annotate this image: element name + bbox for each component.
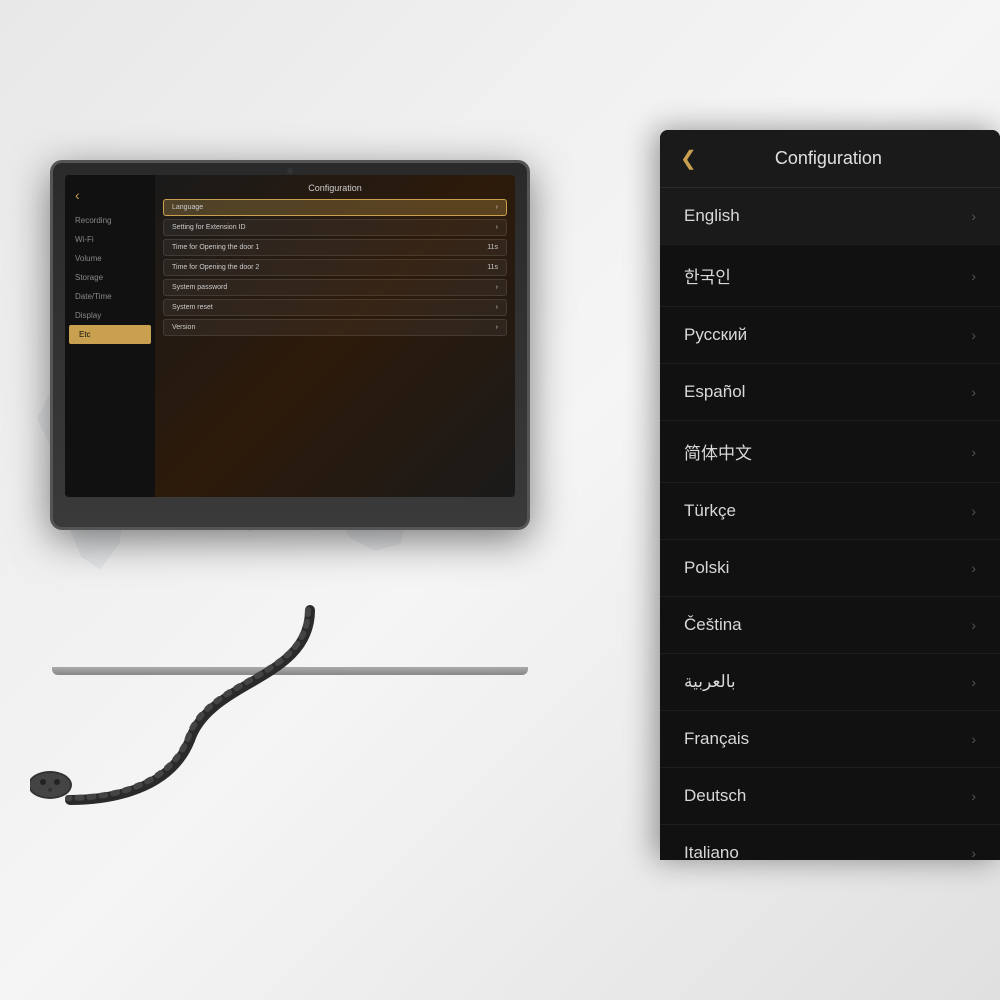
lang-chevron-9: › <box>971 731 976 747</box>
lang-chevron-6: › <box>971 560 976 576</box>
lang-name-6: Polski <box>684 558 729 578</box>
screen-version-item[interactable]: Version › <box>163 319 507 336</box>
screen-door1-label: Time for Opening the door 1 <box>172 244 259 251</box>
lang-item-5[interactable]: Türkçe › <box>660 483 1000 540</box>
lang-name-7: Čeština <box>684 615 742 635</box>
screen-main-content: Configuration Language › Setting for Ext… <box>155 175 515 497</box>
screen-reset-label: System reset <box>172 304 213 311</box>
screen-back-button[interactable]: ‹ <box>65 183 155 207</box>
lang-chevron-4: › <box>971 444 976 460</box>
lang-item-1[interactable]: 한국인 › <box>660 245 1000 307</box>
screen-menu-etc[interactable]: Etc <box>69 325 151 344</box>
phone-panel: ❮ Configuration English›한국인›Русский›Espa… <box>660 130 1000 860</box>
tablet-frame: ‹ Recording Wi-Fi Volume Storage Date/Ti… <box>50 160 530 530</box>
screen-door2-value: 11s <box>487 264 498 271</box>
lang-chevron-1: › <box>971 268 976 284</box>
screen-reset-item[interactable]: System reset › <box>163 299 507 316</box>
screen-menu-datetime[interactable]: Date/Time <box>65 287 155 306</box>
lang-name-0: English <box>684 206 740 226</box>
lang-item-0[interactable]: English › <box>660 188 1000 245</box>
screen-door2-label: Time for Opening the door 2 <box>172 264 259 271</box>
screen-password-label: System password <box>172 284 227 291</box>
lang-item-7[interactable]: Čeština › <box>660 597 1000 654</box>
screen-menu-recording[interactable]: Recording <box>65 211 155 230</box>
lang-chevron-3: › <box>971 384 976 400</box>
lang-name-3: Español <box>684 382 745 402</box>
language-list: English › 한국인 › Русский › Español › 简体中文 › Türkçe ›… <box>660 188 1000 858</box>
lang-name-11: Italiano <box>684 843 739 858</box>
screen-lang-label: Language <box>172 204 203 211</box>
phone-back-button[interactable]: ❮ <box>680 146 697 171</box>
phone-header: ❮ Configuration <box>660 130 1000 188</box>
phone-config-title: Configuration <box>707 148 950 169</box>
screen-lang-chevron: › <box>496 204 498 211</box>
lang-item-11[interactable]: Italiano › <box>660 825 1000 858</box>
lang-chevron-0: › <box>971 208 976 224</box>
lang-item-3[interactable]: Español › <box>660 364 1000 421</box>
screen-password-chevron: › <box>496 284 498 291</box>
screen-menu-storage[interactable]: Storage <box>65 268 155 287</box>
lang-item-10[interactable]: Deutsch › <box>660 768 1000 825</box>
lang-item-8[interactable]: بالعربية › <box>660 654 1000 711</box>
lang-item-9[interactable]: Français › <box>660 711 1000 768</box>
screen-door1-item[interactable]: Time for Opening the door 1 11s <box>163 239 507 256</box>
screen-config-title: Configuration <box>163 183 507 193</box>
lang-chevron-2: › <box>971 327 976 343</box>
screen-lang-item[interactable]: Language › <box>163 199 507 216</box>
lang-name-9: Français <box>684 729 749 749</box>
power-cable <box>30 600 490 820</box>
screen-password-item[interactable]: System password › <box>163 279 507 296</box>
screen-version-chevron: › <box>496 324 498 331</box>
lang-name-5: Türkçe <box>684 501 736 521</box>
screen-door2-item[interactable]: Time for Opening the door 2 11s <box>163 259 507 276</box>
lang-chevron-8: › <box>971 674 976 690</box>
screen-extension-chevron: › <box>496 224 498 231</box>
camera-dot <box>287 168 293 174</box>
lang-chevron-7: › <box>971 617 976 633</box>
tablet-screen: ‹ Recording Wi-Fi Volume Storage Date/Ti… <box>65 175 515 497</box>
screen-sidebar: ‹ Recording Wi-Fi Volume Storage Date/Ti… <box>65 175 155 497</box>
device-area: ‹ Recording Wi-Fi Volume Storage Date/Ti… <box>30 120 590 820</box>
screen-extension-label: Setting for Extension ID <box>172 224 246 231</box>
lang-name-10: Deutsch <box>684 786 746 806</box>
lang-item-6[interactable]: Polski › <box>660 540 1000 597</box>
lang-chevron-10: › <box>971 788 976 804</box>
lang-name-1: 한국인 <box>684 263 731 288</box>
screen-menu-volume[interactable]: Volume <box>65 249 155 268</box>
lang-name-8: بالعربية <box>684 672 736 692</box>
lang-name-4: 简体中文 <box>684 439 752 464</box>
lang-item-2[interactable]: Русский › <box>660 307 1000 364</box>
lang-chevron-5: › <box>971 503 976 519</box>
lang-item-4[interactable]: 简体中文 › <box>660 421 1000 483</box>
screen-version-label: Version <box>172 324 195 331</box>
screen-door1-value: 11s <box>487 244 498 251</box>
lang-name-2: Русский <box>684 325 747 345</box>
screen-extension-item[interactable]: Setting for Extension ID › <box>163 219 507 236</box>
screen-menu-display[interactable]: Display <box>65 306 155 325</box>
screen-menu-wifi[interactable]: Wi-Fi <box>65 230 155 249</box>
screen-reset-chevron: › <box>496 304 498 311</box>
lang-chevron-11: › <box>971 845 976 858</box>
